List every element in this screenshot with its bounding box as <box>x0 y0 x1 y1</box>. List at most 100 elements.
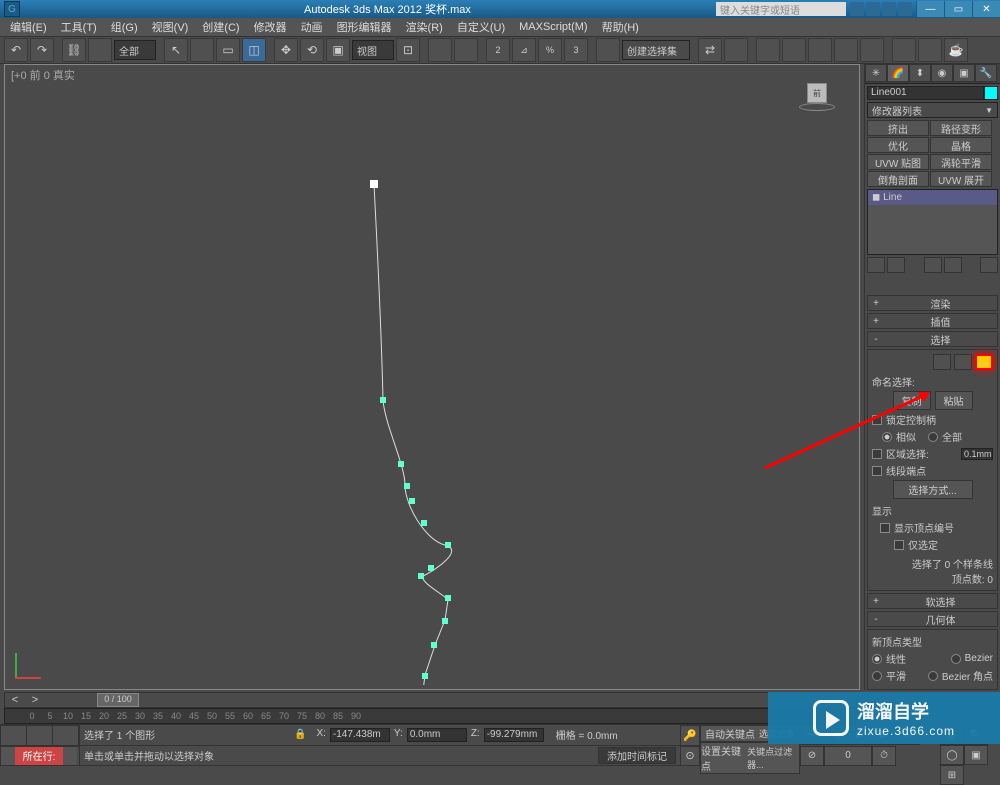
keyboard-shortcut-button[interactable] <box>454 38 478 62</box>
move-button[interactable]: ✥ <box>274 38 298 62</box>
isolate-button[interactable]: ⊙ <box>680 746 700 767</box>
curve-editor-button[interactable] <box>808 38 832 62</box>
tab-utilities[interactable]: 🔧 <box>975 64 997 82</box>
mod-extrude[interactable]: 挤出 <box>867 120 929 136</box>
stack-configure-button[interactable] <box>980 257 998 273</box>
mod-unwrap[interactable]: UVW 展开 <box>930 171 992 187</box>
object-color-swatch[interactable] <box>984 86 998 100</box>
menu-tools[interactable]: 工具(T) <box>55 19 103 35</box>
edit-named-sel-button[interactable] <box>596 38 620 62</box>
max-viewport-button[interactable]: ⊞ <box>940 765 964 785</box>
unlink-button[interactable] <box>88 38 112 62</box>
rollout-geometry[interactable]: -几何体 <box>867 611 998 627</box>
rollout-selection[interactable]: -选择 <box>867 331 998 347</box>
viewport-front[interactable]: [+0 前 0 真实 前 <box>4 64 860 690</box>
copy-button[interactable]: 复制 <box>893 391 931 410</box>
stack-remove-button[interactable] <box>944 257 962 273</box>
snap-percent-button[interactable]: % <box>538 38 562 62</box>
redo-button[interactable]: ↷ <box>30 38 54 62</box>
mod-pathdeform[interactable]: 路径变形 <box>930 120 992 136</box>
modifier-stack[interactable]: ◼ Line <box>867 189 998 255</box>
named-sel-combo[interactable]: 创建选择集 <box>622 40 690 60</box>
render-setup-button[interactable] <box>892 38 916 62</box>
spinner-snap-button[interactable]: 3 <box>564 38 588 62</box>
stack-pin-button[interactable] <box>867 257 885 273</box>
menu-rendering[interactable]: 渲染(R) <box>400 19 449 35</box>
radio-all[interactable] <box>928 432 938 442</box>
menu-modifiers[interactable]: 修改器 <box>248 19 293 35</box>
mod-uvwmap[interactable]: UVW 贴图 <box>867 154 929 170</box>
close-button[interactable]: ✕ <box>972 1 1000 17</box>
layer-button[interactable] <box>756 38 780 62</box>
tab-display[interactable]: ▣ <box>953 64 975 82</box>
mod-lattice[interactable]: 晶格 <box>930 137 992 153</box>
area-val-spinner[interactable]: 0.1mm <box>961 448 993 460</box>
menu-views[interactable]: 视图(V) <box>146 19 195 35</box>
undo-button[interactable]: ↶ <box>4 38 28 62</box>
script-mini-button[interactable] <box>1 726 27 745</box>
mod-optimize[interactable]: 优化 <box>867 137 929 153</box>
rotate-button[interactable]: ⟲ <box>300 38 324 62</box>
mirror-button[interactable]: ⇄ <box>698 38 722 62</box>
menu-group[interactable]: 组(G) <box>105 19 144 35</box>
time-tag-button[interactable]: 添加时间标记 <box>598 747 676 764</box>
modifier-list-dropdown[interactable]: 修改器列表▼ <box>867 102 998 118</box>
help-icon[interactable] <box>898 2 912 16</box>
tab-hierarchy[interactable]: ⬍ <box>909 64 931 82</box>
stack-unique-button[interactable] <box>924 257 942 273</box>
menu-animation[interactable]: 动画 <box>295 19 329 35</box>
menu-customize[interactable]: 自定义(U) <box>451 19 511 35</box>
scale-button[interactable]: ▣ <box>326 38 350 62</box>
graphite-button[interactable] <box>782 38 806 62</box>
schematic-button[interactable] <box>834 38 858 62</box>
subobj-segment[interactable] <box>954 354 972 370</box>
favorites-icon[interactable] <box>882 2 896 16</box>
time-slider-handle[interactable]: 0 / 100 <box>97 693 139 707</box>
radio-linear[interactable] <box>872 654 882 664</box>
object-name-field[interactable]: Line001 <box>867 86 984 100</box>
rollout-softselection[interactable]: +软选择 <box>867 593 998 609</box>
y-coord-field[interactable]: 0.0mm <box>407 728 467 742</box>
menu-edit[interactable]: 编辑(E) <box>4 19 53 35</box>
area-sel-check[interactable] <box>872 449 882 459</box>
menu-maxscript[interactable]: MAXScript(M) <box>513 21 593 33</box>
selection-lock-button[interactable]: 🔑 <box>680 725 700 746</box>
mod-turbosmooth[interactable]: 涡轮平滑 <box>930 154 992 170</box>
window-crossing-button[interactable]: ◫ <box>242 38 266 62</box>
select-button[interactable]: ↖ <box>164 38 188 62</box>
select-region-button[interactable]: ▭ <box>216 38 240 62</box>
tab-modify[interactable]: 🌈 <box>887 64 909 82</box>
material-editor-button[interactable] <box>860 38 884 62</box>
time-slider[interactable]: <> 0 / 100 <box>4 692 860 708</box>
snap-2d-button[interactable]: 2 <box>486 38 510 62</box>
segment-end-check[interactable] <box>872 466 882 476</box>
rollout-render[interactable]: +渲染 <box>867 295 998 311</box>
search-icon[interactable] <box>850 2 864 16</box>
subscription-icon[interactable] <box>866 2 880 16</box>
track-bar[interactable]: 051015202530354045505560657075808590 <box>4 708 860 724</box>
maximize-button[interactable]: ▭ <box>944 1 972 17</box>
mod-bevel[interactable]: 倒角剖面 <box>867 171 929 187</box>
x-coord-field[interactable]: -147.438m <box>330 728 390 742</box>
radio-bezier[interactable] <box>951 654 961 664</box>
subobj-spline[interactable]: 〰 <box>975 354 993 370</box>
menu-create[interactable]: 创建(C) <box>196 19 245 35</box>
align-button[interactable] <box>724 38 748 62</box>
stack-show-button[interactable] <box>887 257 905 273</box>
orbit-button[interactable]: ◯ <box>940 745 964 765</box>
zoom-extents-button[interactable]: ▣ <box>964 745 988 765</box>
select-by-button[interactable]: 选择方式... <box>893 480 973 499</box>
key-mode-button[interactable]: ⊘ <box>800 746 824 766</box>
tab-motion[interactable]: ◉ <box>931 64 953 82</box>
selected-only-check[interactable] <box>894 540 904 550</box>
radio-bezier-corner[interactable] <box>928 671 938 681</box>
app-icon[interactable]: G <box>4 1 20 17</box>
select-name-button[interactable] <box>190 38 214 62</box>
pivot-button[interactable]: ⊡ <box>396 38 420 62</box>
render-frame-button[interactable] <box>918 38 942 62</box>
link-button[interactable]: ⛓ <box>62 38 86 62</box>
menu-help[interactable]: 帮助(H) <box>596 19 645 35</box>
stack-item-line[interactable]: ◼ Line <box>868 190 997 205</box>
selection-filter-combo[interactable]: 全部 <box>114 40 156 60</box>
render-button[interactable]: ☕ <box>944 38 968 62</box>
